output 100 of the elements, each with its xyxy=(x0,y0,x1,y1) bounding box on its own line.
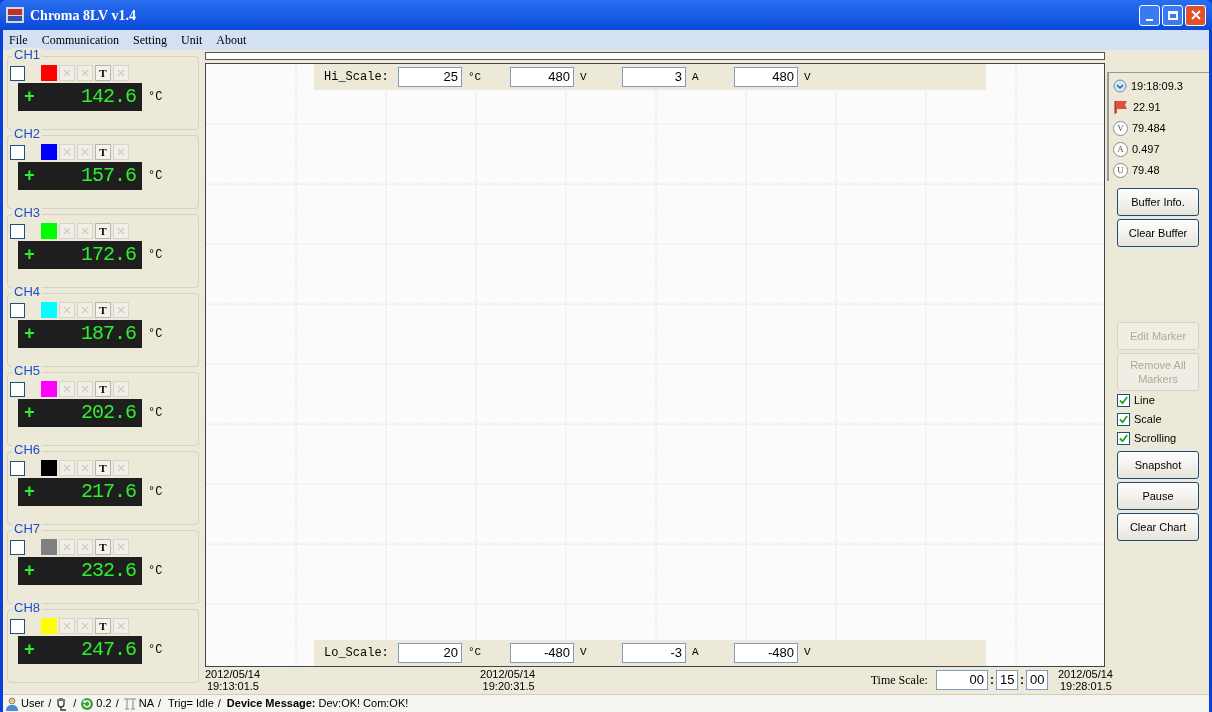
menu-item[interactable]: File xyxy=(9,31,28,49)
channel-checkbox[interactable] xyxy=(10,460,25,476)
scale-field[interactable]: -480 xyxy=(510,642,574,663)
channel-label: CH3 xyxy=(12,206,42,220)
close-button[interactable] xyxy=(1185,4,1206,26)
reading-text: 0.497 xyxy=(1132,141,1160,157)
scale-field[interactable]: 25 xyxy=(398,66,462,87)
menu-item[interactable]: Setting xyxy=(133,31,167,49)
menu-item[interactable]: About xyxy=(216,31,247,49)
channel-checkbox[interactable] xyxy=(10,223,25,239)
status-text: 0.2 xyxy=(96,696,112,712)
letter-icon: A xyxy=(1113,141,1128,157)
channel-color-swatch[interactable] xyxy=(41,381,57,397)
side-button[interactable]: Snapshot xyxy=(1117,451,1199,479)
timestamp-date: 2012/05/14 xyxy=(1057,668,1113,681)
scale-unit: V xyxy=(803,69,812,85)
reading-value: 172.6 xyxy=(81,242,136,268)
channel-checkbox[interactable] xyxy=(10,618,25,634)
unit-text: °C xyxy=(148,642,163,659)
side-button[interactable]: Buffer Info. xyxy=(1117,188,1199,216)
channel-label: CH2 xyxy=(12,127,42,141)
reading-value: 142.6 xyxy=(81,84,136,110)
reading-text: 22.91 xyxy=(1133,99,1161,115)
status-text: Com:OK! xyxy=(363,696,409,712)
scale-unit: A xyxy=(691,645,700,661)
status-separator: / xyxy=(158,696,162,712)
minimize-button[interactable] xyxy=(1139,4,1160,26)
checkbox[interactable] xyxy=(1117,394,1130,407)
channel-color-swatch[interactable] xyxy=(41,539,57,555)
scale-unit: °C xyxy=(467,69,483,85)
status-text: Idle xyxy=(196,696,214,712)
channel-checkbox[interactable] xyxy=(10,539,25,555)
channel-checkbox[interactable] xyxy=(10,65,25,81)
time-separator: : xyxy=(1019,674,1024,687)
mode-toggle[interactable]: T xyxy=(95,65,111,81)
scale-field[interactable]: -3 xyxy=(622,642,686,663)
checkbox[interactable] xyxy=(1117,432,1130,445)
time-scale-label: Time Scale: xyxy=(870,674,928,687)
timestamp-time: 19:28:01.5 xyxy=(1059,680,1113,693)
unit-text: °C xyxy=(148,484,163,501)
mode-toggle[interactable]: T xyxy=(95,381,111,397)
mode-toggle[interactable]: T xyxy=(95,460,111,476)
close-icon xyxy=(1190,10,1201,20)
sign-text: + xyxy=(24,480,35,504)
mode-toggle[interactable]: T xyxy=(95,539,111,555)
scale-field[interactable]: 20 xyxy=(398,642,462,663)
reading-value: 247.6 xyxy=(81,637,136,663)
checkbox[interactable] xyxy=(1117,413,1130,426)
channel-color-swatch[interactable] xyxy=(41,302,57,318)
channel-checkbox[interactable] xyxy=(10,302,25,318)
channel-color-swatch[interactable] xyxy=(41,460,57,476)
reading-value: 202.6 xyxy=(81,400,136,426)
unit-text: °C xyxy=(148,326,163,343)
channel-checkbox[interactable] xyxy=(10,381,25,397)
mode-toggle[interactable]: T xyxy=(95,144,111,160)
status-label: Device Message: xyxy=(226,696,316,712)
channel-color-swatch[interactable] xyxy=(41,223,57,239)
window-title: Chroma 8LV v1.4 xyxy=(30,6,136,25)
channel-label: CH6 xyxy=(12,443,42,457)
sign-text: + xyxy=(24,243,35,267)
status-text: Trig= xyxy=(168,696,194,712)
unit-text: °C xyxy=(148,89,163,106)
letter-icon: U xyxy=(1113,162,1128,178)
trigger-icon xyxy=(122,696,137,711)
menu-item[interactable]: Communication xyxy=(41,31,119,49)
scale-field[interactable]: 3 xyxy=(622,66,686,87)
scale-field[interactable]: 480 xyxy=(510,66,574,87)
reading-value: 232.6 xyxy=(81,558,136,584)
maximize-button[interactable] xyxy=(1162,4,1183,26)
time-field[interactable]: 00 xyxy=(935,670,988,691)
time-separator: : xyxy=(989,674,994,687)
timestamp-time: 19:20:31.5 xyxy=(482,680,535,693)
time-field[interactable]: 15 xyxy=(995,670,1018,691)
side-button[interactable]: Clear Buffer xyxy=(1117,219,1199,247)
time-field[interactable]: 00 xyxy=(1025,670,1048,691)
mode-toggle[interactable]: T xyxy=(95,223,111,239)
reading-text: 79.484 xyxy=(1132,120,1166,136)
status-separator: / xyxy=(73,696,77,712)
unit-text: °C xyxy=(148,563,163,580)
status-text: User xyxy=(21,696,45,712)
mode-toggle[interactable]: T xyxy=(95,618,111,634)
channel-color-swatch[interactable] xyxy=(41,618,57,634)
channel-label: CH8 xyxy=(12,601,42,615)
menu-item[interactable]: Unit xyxy=(181,31,203,49)
side-button[interactable]: Pause xyxy=(1117,482,1199,510)
channel-label: CH1 xyxy=(12,48,42,62)
scale-label: Hi_Scale: xyxy=(324,68,390,86)
channel-label: CH7 xyxy=(12,522,42,536)
mode-toggle[interactable]: T xyxy=(95,302,111,318)
channel-checkbox[interactable] xyxy=(10,144,25,160)
scale-field[interactable]: -480 xyxy=(734,642,798,663)
timestamp-time: 19:13:01.5 xyxy=(207,680,260,693)
reading-text: 19:18:09.3 xyxy=(1131,78,1183,94)
reading-value: 157.6 xyxy=(81,163,136,189)
app-icon xyxy=(6,7,24,23)
unit-text: °C xyxy=(148,247,163,264)
channel-color-swatch[interactable] xyxy=(41,65,57,81)
scale-field[interactable]: 480 xyxy=(734,66,798,87)
channel-color-swatch[interactable] xyxy=(41,144,57,160)
side-button[interactable]: Clear Chart xyxy=(1117,513,1199,541)
